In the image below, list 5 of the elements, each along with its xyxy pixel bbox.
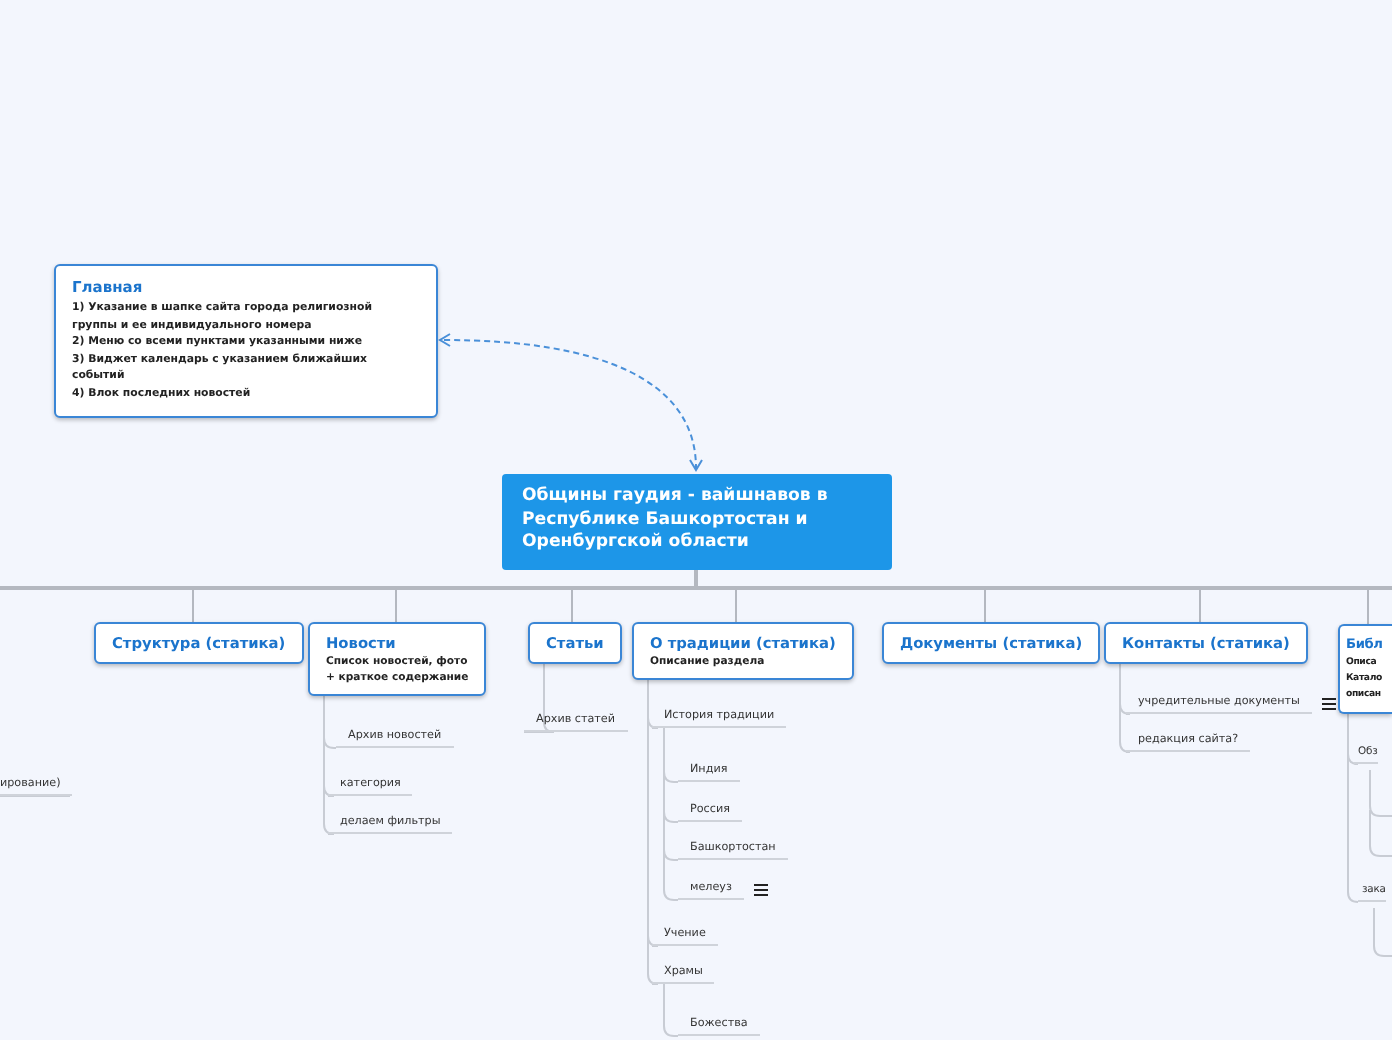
note-icon[interactable] [753, 883, 768, 895]
connector-line [663, 983, 679, 1037]
connector-line [0, 795, 71, 797]
note-icon[interactable] [1321, 697, 1336, 709]
floating-topic[interactable] [54, 264, 438, 418]
